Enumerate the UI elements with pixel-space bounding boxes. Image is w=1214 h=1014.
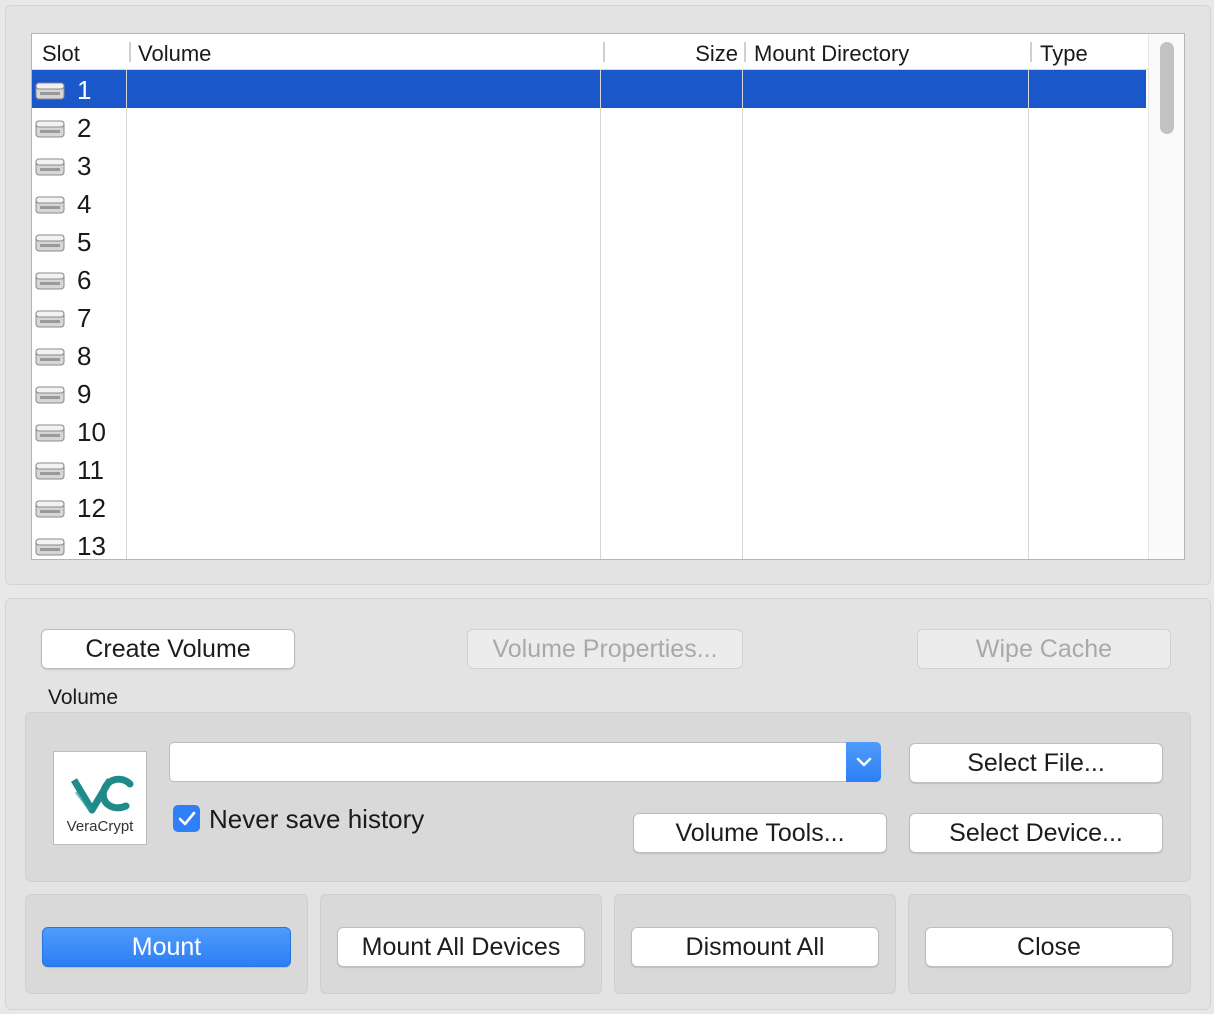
column-header-type[interactable]: Type xyxy=(1040,34,1088,70)
drive-icon xyxy=(35,158,65,176)
mount-button[interactable]: Mount xyxy=(42,927,291,967)
column-header-volume[interactable]: Volume xyxy=(138,34,211,70)
drive-icon xyxy=(35,120,65,138)
never-save-history-checkbox[interactable] xyxy=(173,805,200,832)
column-separator[interactable] xyxy=(603,42,605,62)
table-row[interactable]: 7 xyxy=(32,298,1146,336)
column-divider xyxy=(1028,70,1029,559)
slot-number: 8 xyxy=(77,341,92,371)
table-row[interactable]: 2 xyxy=(32,108,1146,146)
table-row[interactable]: 13 xyxy=(32,526,1146,560)
vertical-scrollbar[interactable] xyxy=(1148,34,1184,559)
table-row[interactable]: 11 xyxy=(32,450,1146,488)
slot-number: 13 xyxy=(77,531,106,560)
drive-icon xyxy=(35,538,65,556)
slot-number: 5 xyxy=(77,227,92,257)
wipe-cache-button[interactable]: Wipe Cache xyxy=(917,629,1171,669)
volume-group-label: Volume xyxy=(48,686,119,709)
column-separator[interactable] xyxy=(744,42,746,62)
drive-icon xyxy=(35,500,65,518)
table-row[interactable]: 5 xyxy=(32,222,1146,260)
slot-number: 3 xyxy=(77,151,92,181)
table-row[interactable]: 12 xyxy=(32,488,1146,526)
slot-number: 4 xyxy=(77,189,92,219)
table-row[interactable]: 6 xyxy=(32,260,1146,298)
drive-icon xyxy=(35,82,65,100)
slot-number: 6 xyxy=(77,265,92,295)
volume-path-input[interactable] xyxy=(176,747,836,777)
scrollbar-thumb[interactable] xyxy=(1160,42,1174,134)
logo-text: VeraCrypt xyxy=(66,818,134,835)
volume-path-combobox[interactable] xyxy=(169,742,881,782)
never-save-history-label[interactable]: Never save history xyxy=(209,801,424,837)
drive-icon xyxy=(35,348,65,366)
create-volume-button[interactable]: Create Volume xyxy=(41,629,295,669)
column-divider xyxy=(742,70,743,559)
veracrypt-logo: VeraCrypt xyxy=(53,751,147,845)
drive-icon xyxy=(35,462,65,480)
slot-number: 1 xyxy=(77,75,92,105)
column-header-slot[interactable]: Slot xyxy=(42,34,80,70)
table-body: 1 2 3 4 5 6 7 8 9 10 11 12 13 xyxy=(32,70,1146,560)
checkmark-icon xyxy=(178,811,195,825)
slot-number: 11 xyxy=(77,455,104,485)
drive-icon xyxy=(35,272,65,290)
drive-icon xyxy=(35,234,65,252)
mount-all-devices-button[interactable]: Mount All Devices xyxy=(337,927,585,967)
table-row[interactable]: 10 xyxy=(32,412,1146,450)
column-divider xyxy=(126,70,127,559)
column-separator[interactable] xyxy=(1030,42,1032,62)
slot-number: 12 xyxy=(77,493,106,523)
column-header-mount-directory[interactable]: Mount Directory xyxy=(754,34,909,70)
drive-icon xyxy=(35,196,65,214)
slot-number: 7 xyxy=(77,303,92,333)
volume-list-table[interactable]: Slot Volume Size Mount Directory Type 12… xyxy=(31,33,1185,560)
drive-icon xyxy=(35,386,65,404)
table-header: Slot Volume Size Mount Directory Type xyxy=(32,34,1150,70)
table-row[interactable]: 8 xyxy=(32,336,1146,374)
select-device-button[interactable]: Select Device... xyxy=(909,813,1163,853)
table-row[interactable]: 9 xyxy=(32,374,1146,412)
drive-icon xyxy=(35,310,65,328)
volume-tools-button[interactable]: Volume Tools... xyxy=(633,813,887,853)
volume-group xyxy=(25,712,1191,882)
table-row[interactable]: 4 xyxy=(32,184,1146,222)
volume-properties-button[interactable]: Volume Properties... xyxy=(467,629,743,669)
combobox-dropdown-button[interactable] xyxy=(846,742,881,782)
chevron-down-icon xyxy=(856,757,871,767)
table-row[interactable]: 1 xyxy=(32,70,1146,108)
drive-icon xyxy=(35,424,65,442)
dismount-all-button[interactable]: Dismount All xyxy=(631,927,879,967)
column-header-size[interactable]: Size xyxy=(612,34,738,70)
close-button[interactable]: Close xyxy=(925,927,1173,967)
slot-number: 2 xyxy=(77,113,92,143)
slot-number: 10 xyxy=(77,417,106,447)
column-divider xyxy=(600,70,601,559)
table-row[interactable]: 3 xyxy=(32,146,1146,184)
column-separator[interactable] xyxy=(129,42,131,62)
slot-number: 9 xyxy=(77,379,92,409)
select-file-button[interactable]: Select File... xyxy=(909,743,1163,783)
